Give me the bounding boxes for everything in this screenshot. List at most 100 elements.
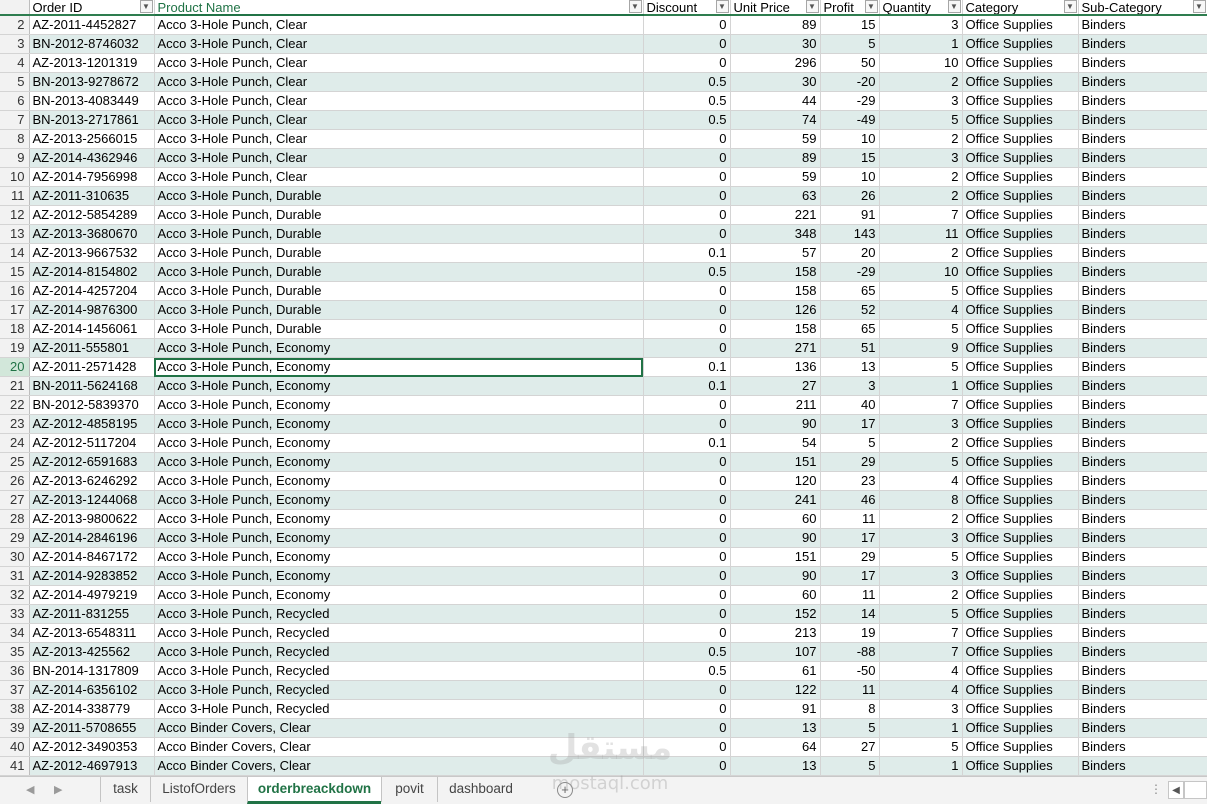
cell-order-id[interactable]: AZ-2013-6548311	[29, 623, 155, 643]
cell-discount[interactable]: 0	[643, 680, 731, 700]
cell-profit[interactable]: 29	[820, 547, 880, 567]
cell-sub-category[interactable]: Binders	[1078, 376, 1207, 396]
cell-sub-category[interactable]: Binders	[1078, 680, 1207, 700]
cell-order-id[interactable]: AZ-2013-1201319	[29, 53, 155, 73]
cell-unit-price[interactable]: 89	[730, 148, 821, 168]
cell-sub-category[interactable]: Binders	[1078, 433, 1207, 453]
row-number[interactable]: 15	[0, 262, 30, 282]
cell-quantity[interactable]: 2	[879, 129, 963, 149]
cell-order-id[interactable]: AZ-2012-5854289	[29, 205, 155, 225]
filter-dropdown-icon[interactable]: ▼	[864, 0, 878, 13]
cell-discount[interactable]: 0	[643, 699, 731, 719]
cell-order-id[interactable]: AZ-2014-338779	[29, 699, 155, 719]
cell-quantity[interactable]: 7	[879, 205, 963, 225]
cell-order-id[interactable]: AZ-2013-9667532	[29, 243, 155, 263]
row-number[interactable]: 23	[0, 414, 30, 434]
cell-sub-category[interactable]: Binders	[1078, 509, 1207, 529]
cell-product-name[interactable]: Acco 3-Hole Punch, Economy	[154, 585, 644, 605]
cell-sub-category[interactable]: Binders	[1078, 490, 1207, 510]
cell-order-id[interactable]: AZ-2011-310635	[29, 186, 155, 206]
cell-unit-price[interactable]: 158	[730, 262, 821, 282]
cell-sub-category[interactable]: Binders	[1078, 414, 1207, 434]
cell-product-name[interactable]: Acco 3-Hole Punch, Durable	[154, 262, 644, 282]
cell-category[interactable]: Office Supplies	[962, 604, 1079, 624]
cell-profit[interactable]: 5	[820, 756, 880, 776]
cell-unit-price[interactable]: 90	[730, 528, 821, 548]
cell-discount[interactable]: 0.1	[643, 357, 731, 377]
cell-discount[interactable]: 0	[643, 509, 731, 529]
cell-unit-price[interactable]: 90	[730, 566, 821, 586]
cell-quantity[interactable]: 10	[879, 262, 963, 282]
cell-product-name[interactable]: Acco 3-Hole Punch, Economy	[154, 509, 644, 529]
cell-quantity[interactable]: 9	[879, 338, 963, 358]
cell-discount[interactable]: 0	[643, 224, 731, 244]
cell-order-id[interactable]: BN-2011-5624168	[29, 376, 155, 396]
cell-discount[interactable]: 0	[643, 15, 731, 35]
cell-discount[interactable]: 0	[643, 718, 731, 738]
cell-sub-category[interactable]: Binders	[1078, 148, 1207, 168]
cell-profit[interactable]: 5	[820, 34, 880, 54]
tab-options-icon[interactable]: ⋮	[1150, 782, 1162, 796]
prev-sheet-icon[interactable]: ◀	[26, 783, 34, 796]
cell-product-name[interactable]: Acco 3-Hole Punch, Clear	[154, 34, 644, 54]
cell-profit[interactable]: 29	[820, 452, 880, 472]
cell-order-id[interactable]: AZ-2014-4362946	[29, 148, 155, 168]
cell-category[interactable]: Office Supplies	[962, 433, 1079, 453]
cell-discount[interactable]: 0	[643, 205, 731, 225]
cell-product-name[interactable]: Acco 3-Hole Punch, Recycled	[154, 642, 644, 662]
cell-profit[interactable]: 10	[820, 129, 880, 149]
cell-sub-category[interactable]: Binders	[1078, 262, 1207, 282]
cell-unit-price[interactable]: 13	[730, 756, 821, 776]
cell-order-id[interactable]: AZ-2011-2571428	[29, 357, 155, 377]
cell-discount[interactable]: 0	[643, 148, 731, 168]
cell-sub-category[interactable]: Binders	[1078, 642, 1207, 662]
cell-sub-category[interactable]: Binders	[1078, 300, 1207, 320]
filter-dropdown-icon[interactable]: ▼	[715, 0, 729, 13]
cell-profit[interactable]: -50	[820, 661, 880, 681]
cell-category[interactable]: Office Supplies	[962, 205, 1079, 225]
row-number[interactable]: 3	[0, 34, 30, 54]
cell-profit[interactable]: 10	[820, 167, 880, 187]
cell-sub-category[interactable]: Binders	[1078, 547, 1207, 567]
cell-unit-price[interactable]: 89	[730, 15, 821, 35]
cell-sub-category[interactable]: Binders	[1078, 718, 1207, 738]
cell-profit[interactable]: 23	[820, 471, 880, 491]
cell-order-id[interactable]: AZ-2011-555801	[29, 338, 155, 358]
cell-product-name[interactable]: Acco 3-Hole Punch, Economy	[154, 490, 644, 510]
cell-category[interactable]: Office Supplies	[962, 737, 1079, 757]
scroll-left-icon[interactable]: ◀	[1168, 781, 1184, 799]
row-number[interactable]: 41	[0, 756, 30, 776]
cell-product-name[interactable]: Acco 3-Hole Punch, Economy	[154, 528, 644, 548]
row-number[interactable]: 32	[0, 585, 30, 605]
cell-unit-price[interactable]: 64	[730, 737, 821, 757]
row-number[interactable]: 30	[0, 547, 30, 567]
cell-unit-price[interactable]: 120	[730, 471, 821, 491]
cell-category[interactable]: Office Supplies	[962, 281, 1079, 301]
cell-category[interactable]: Office Supplies	[962, 547, 1079, 567]
cell-order-id[interactable]: BN-2013-2717861	[29, 110, 155, 130]
cell-profit[interactable]: 143	[820, 224, 880, 244]
cell-quantity[interactable]: 2	[879, 585, 963, 605]
cell-discount[interactable]: 0.5	[643, 642, 731, 662]
cell-product-name[interactable]: Acco 3-Hole Punch, Economy	[154, 395, 644, 415]
cell-quantity[interactable]: 11	[879, 224, 963, 244]
cell-product-name[interactable]: Acco 3-Hole Punch, Economy	[154, 414, 644, 434]
row-number[interactable]: 12	[0, 205, 30, 225]
cell-quantity[interactable]: 1	[879, 34, 963, 54]
cell-sub-category[interactable]: Binders	[1078, 281, 1207, 301]
cell-category[interactable]: Office Supplies	[962, 110, 1079, 130]
cell-product-name[interactable]: Acco 3-Hole Punch, Clear	[154, 167, 644, 187]
row-number[interactable]: 13	[0, 224, 30, 244]
cell-product-name[interactable]: Acco Binder Covers, Clear	[154, 718, 644, 738]
cell-discount[interactable]: 0	[643, 623, 731, 643]
cell-unit-price[interactable]: 30	[730, 34, 821, 54]
column-header-sub-category[interactable]: Sub-Category ▼	[1078, 0, 1207, 16]
row-number[interactable]: 16	[0, 281, 30, 301]
cell-sub-category[interactable]: Binders	[1078, 338, 1207, 358]
cell-product-name[interactable]: Acco 3-Hole Punch, Recycled	[154, 604, 644, 624]
cell-category[interactable]: Office Supplies	[962, 357, 1079, 377]
cell-unit-price[interactable]: 152	[730, 604, 821, 624]
cell-profit[interactable]: 65	[820, 281, 880, 301]
row-number[interactable]: 9	[0, 148, 30, 168]
cell-quantity[interactable]: 3	[879, 148, 963, 168]
